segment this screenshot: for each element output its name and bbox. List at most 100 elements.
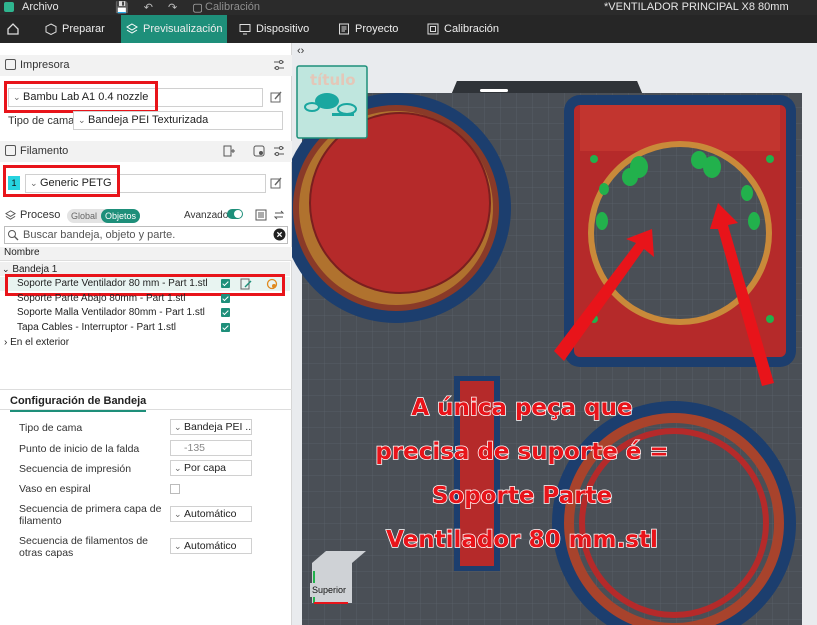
- tab-label: Dispositivo: [256, 23, 310, 35]
- chevron-down-icon: ⌄: [174, 509, 182, 519]
- cfg-label: Secuencia de impresión: [19, 463, 132, 475]
- tab-previsualizacion[interactable]: Previsualización: [121, 15, 227, 43]
- calibration-menu: Calibración: [205, 1, 261, 13]
- cfg-bed-type-select[interactable]: ⌄ Bandeja PEI ...: [170, 419, 252, 435]
- chevron-down-icon: ⌄: [174, 463, 182, 473]
- object-label: Soporte Malla Ventilador 80mm - Part 1.s…: [17, 307, 205, 318]
- cfg-value: Bandeja PEI ...: [184, 421, 252, 433]
- document-icon: [339, 23, 349, 35]
- objects-toggle[interactable]: Objetos: [101, 209, 141, 223]
- visibility-checkbox[interactable]: [221, 323, 230, 332]
- cfg-label: Vaso en espiral: [19, 483, 91, 495]
- collapse-sidebar-icon[interactable]: ‹›: [297, 45, 304, 57]
- list-icon[interactable]: [255, 209, 267, 221]
- tab-preparar[interactable]: Preparar: [40, 15, 120, 43]
- cfg-value: Automático: [184, 508, 237, 520]
- title-bar: Archivo 💾 ↶ ↷ ▢ Calibración *VENTILADOR …: [0, 0, 817, 15]
- bed-type-value: Bandeja PEI Texturizada: [88, 114, 209, 126]
- global-toggle[interactable]: Global: [67, 209, 101, 223]
- advanced-label: Avanzado: [184, 210, 229, 221]
- cfg-value: Automático: [184, 540, 237, 552]
- annotation-box-printer: [4, 81, 158, 113]
- printer-icon: [5, 59, 16, 70]
- bed-type-label: Tipo de cama: [8, 115, 75, 127]
- preview-viewport[interactable]: título ‹› Superior A única peça que prec…: [292, 43, 817, 625]
- tab-label: Previsualización: [143, 23, 223, 35]
- section-title: Impresora: [20, 59, 70, 71]
- tab-proyecto[interactable]: Proyecto: [333, 15, 415, 43]
- tab-calibracion[interactable]: Calibración: [422, 15, 512, 43]
- thumbnail-title: título: [310, 71, 356, 89]
- filament-icon: [5, 145, 16, 156]
- printer-section-header: Impresora: [0, 55, 292, 76]
- annotation-line-2: precisa de suporte é =: [375, 438, 670, 466]
- tree-item-row[interactable]: Soporte Malla Ventilador 80mm - Part 1.s…: [0, 306, 290, 320]
- tree-item-row[interactable]: Tapa Cables - Interruptor - Part 1.stl: [0, 321, 290, 335]
- undo-icon[interactable]: ↶: [144, 2, 153, 14]
- add-filament-icon[interactable]: [223, 145, 235, 157]
- cfg-skirt-start-input[interactable]: -135: [170, 440, 252, 456]
- advanced-switch[interactable]: [227, 209, 243, 219]
- window-title: *VENTILADOR PRINCIPAL X8 80mm: [604, 1, 789, 13]
- cfg-other-layers-sequence-select[interactable]: ⌄ Automático: [170, 538, 252, 554]
- spiral-vase-checkbox[interactable]: [170, 484, 180, 494]
- cfg-label: Tipo de cama: [19, 422, 83, 434]
- tab-label: Proyecto: [355, 23, 399, 35]
- redo-icon[interactable]: ↷: [168, 2, 177, 14]
- tree-item-row[interactable]: Soporte Parte Abajo 80mm - Part 1.stl: [0, 292, 290, 306]
- save-icon[interactable]: 💾: [115, 2, 129, 14]
- calibration-small-icon: ▢: [192, 2, 203, 14]
- process-section-title: Proceso: [20, 209, 61, 221]
- process-layers-icon: [5, 210, 16, 221]
- view-cube-label[interactable]: Superior: [310, 583, 349, 597]
- transfer-icon[interactable]: [273, 209, 285, 221]
- visibility-checkbox[interactable]: [221, 308, 230, 317]
- tree-outside-row[interactable]: › En el exterior: [0, 336, 290, 350]
- tab-dispositivo[interactable]: Dispositivo: [234, 15, 326, 43]
- cfg-label: Secuencia de filamentos de otras capas: [19, 535, 148, 559]
- calibration-icon: [427, 23, 439, 35]
- tab-label: Preparar: [62, 23, 105, 35]
- cfg-first-layer-sequence-select[interactable]: ⌄ Automático: [170, 506, 252, 522]
- bed-type-select[interactable]: ⌄ Bandeja PEI Texturizada: [73, 111, 283, 130]
- settings-sliders-icon[interactable]: [273, 145, 285, 157]
- quick-actions: 💾 ↶ ↷ ▢: [115, 1, 203, 14]
- object-search-input[interactable]: Buscar bandeja, objeto y parte.: [4, 226, 288, 244]
- app-logo-icon: [4, 2, 14, 12]
- visibility-checkbox[interactable]: [221, 294, 230, 303]
- tab-label: Calibración: [444, 23, 500, 35]
- file-menu[interactable]: Archivo: [22, 1, 59, 13]
- edit-icon[interactable]: [270, 177, 282, 189]
- clear-search-icon[interactable]: [273, 228, 286, 241]
- filament-section-header: Filamento: [0, 141, 292, 162]
- section-title: Filamento: [20, 145, 69, 157]
- chevron-down-icon: ⌄: [174, 422, 182, 432]
- edit-icon[interactable]: [270, 91, 282, 103]
- cfg-label: Punto de inicio de la falda: [19, 443, 140, 455]
- divider: [0, 389, 292, 390]
- object-label: Soporte Parte Abajo 80mm - Part 1.stl: [17, 293, 186, 304]
- annotation-line-3: Soporte Parte: [431, 482, 613, 510]
- outside-label: En el exterior: [10, 337, 70, 348]
- cfg-print-sequence-select[interactable]: ⌄ Por capa: [170, 460, 252, 476]
- process-scope-toggle: Global Objetos: [67, 209, 141, 223]
- settings-sliders-icon[interactable]: [273, 59, 285, 71]
- part-fan-support-square: [564, 95, 796, 367]
- monitor-icon: [239, 24, 251, 35]
- main-nav: Preparar Previsualización Dispositivo Pr…: [0, 15, 817, 43]
- sync-icon[interactable]: [253, 145, 265, 157]
- object-tree-header: Nombre: [0, 247, 292, 261]
- cfg-value: -135: [184, 442, 206, 454]
- plate-handle: [480, 89, 508, 92]
- search-icon: [8, 230, 19, 241]
- chevron-right-icon: ›: [4, 337, 8, 348]
- divider: [0, 409, 292, 410]
- chevron-down-icon: ⌄: [78, 115, 86, 125]
- column-name: Nombre: [4, 247, 40, 258]
- layers-icon: [126, 23, 138, 34]
- object-label: Tapa Cables - Interruptor - Part 1.stl: [17, 322, 176, 333]
- home-icon[interactable]: [6, 22, 20, 36]
- cube-icon: [45, 23, 57, 35]
- search-placeholder: Buscar bandeja, objeto y parte.: [23, 229, 176, 241]
- annotation-box-filament: [3, 165, 120, 197]
